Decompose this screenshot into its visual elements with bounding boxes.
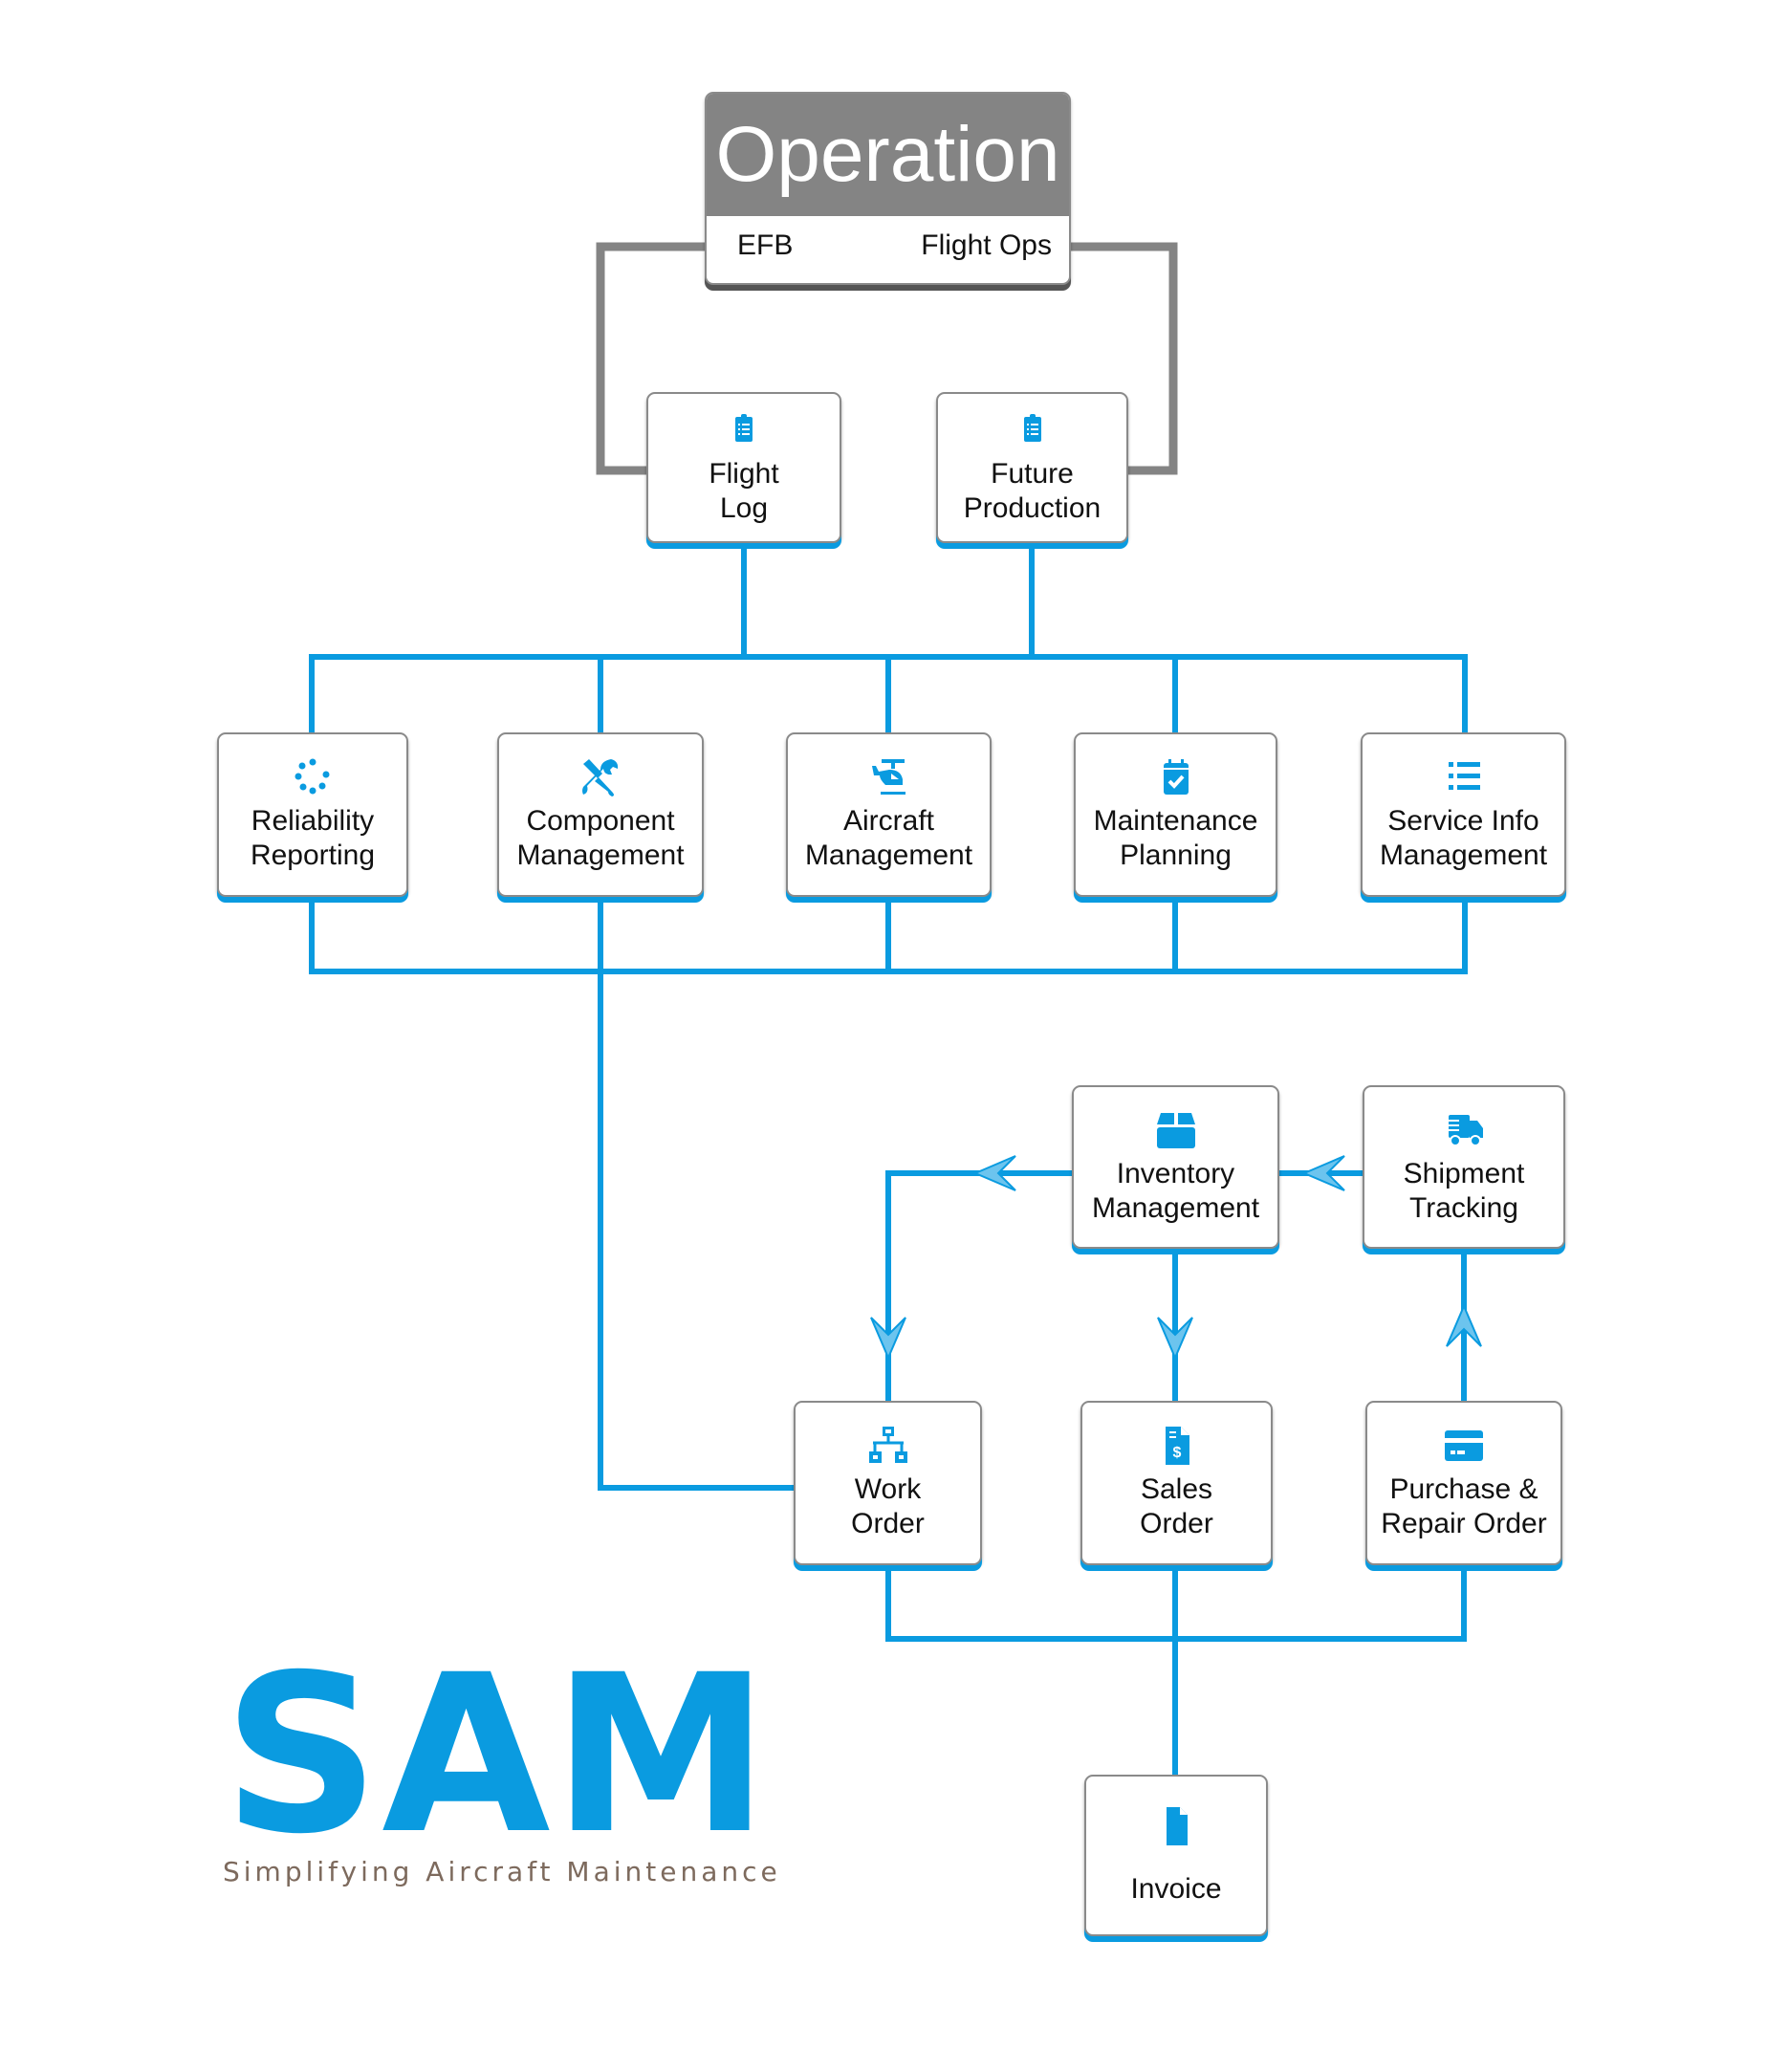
component-to-work-order xyxy=(598,903,794,1491)
node-aircraft-management[interactable]: Aircraft Management xyxy=(786,732,992,897)
node-future-production[interactable]: Future Production xyxy=(936,392,1128,543)
node-label: Invoice xyxy=(1130,1872,1222,1905)
node-label: Flight Log xyxy=(709,458,779,524)
box-icon xyxy=(1156,1112,1195,1148)
node-shipment-tracking[interactable]: Shipment Tracking xyxy=(1363,1085,1565,1249)
sam-logo: SAM Simplifying Aircraft Maintenance xyxy=(223,1627,781,1887)
operation-title: Operation xyxy=(707,94,1069,216)
clipboard-list-icon xyxy=(735,414,753,442)
node-label: Service Info Management xyxy=(1379,805,1548,871)
helicopter-icon xyxy=(871,759,905,795)
list-icon xyxy=(1448,762,1480,790)
file-icon xyxy=(1167,1806,1188,1845)
node-reliability-reporting[interactable]: Reliability Reporting xyxy=(217,732,408,897)
node-inventory-management[interactable]: Inventory Management xyxy=(1072,1085,1279,1249)
node-flight-log[interactable]: Flight Log xyxy=(646,392,841,543)
node-service-info-management[interactable]: Service Info Management xyxy=(1361,732,1566,897)
svg-text:$: $ xyxy=(1172,1445,1181,1461)
credit-card-icon xyxy=(1445,1430,1483,1461)
node-sales-order[interactable]: $ Sales Order xyxy=(1080,1401,1273,1565)
logo-wordmark: SAM xyxy=(223,1627,772,1882)
operation-box: Operation EFB Flight Ops xyxy=(705,92,1071,285)
spinner-dots-icon xyxy=(295,758,330,795)
node-label: Inventory Management xyxy=(1091,1157,1260,1224)
node-label: Maintenance Planning xyxy=(1093,805,1258,871)
node-label: Future Production xyxy=(963,458,1102,524)
node-invoice[interactable]: Invoice xyxy=(1084,1775,1268,1936)
invoice-dollar-icon: $ xyxy=(1165,1427,1189,1465)
shipping-truck-icon xyxy=(1446,1114,1483,1146)
node-work-order[interactable]: Work Order xyxy=(794,1401,982,1565)
calendar-check-icon xyxy=(1163,759,1189,795)
node-label: Work Order xyxy=(851,1473,925,1539)
node-purchase-repair-order[interactable]: Purchase & Repair Order xyxy=(1365,1401,1562,1565)
node-component-management[interactable]: Component Management xyxy=(497,732,704,897)
clipboard-list-icon xyxy=(1023,414,1041,442)
node-label: Reliability Reporting xyxy=(250,805,376,871)
efb-label: EFB xyxy=(737,229,794,261)
node-maintenance-planning[interactable]: Maintenance Planning xyxy=(1074,732,1277,897)
node-label: Aircraft Management xyxy=(804,805,973,871)
node-label: Sales Order xyxy=(1140,1473,1213,1539)
sitemap-icon xyxy=(868,1427,907,1463)
logo-tagline: Simplifying Aircraft Maintenance xyxy=(223,1856,781,1887)
node-label: Shipment Tracking xyxy=(1403,1157,1525,1224)
node-label: Purchase & Repair Order xyxy=(1381,1473,1547,1539)
inventory-to-work-order xyxy=(885,1170,1072,1401)
tools-icon xyxy=(582,759,619,796)
node-label: Component Management xyxy=(516,805,685,871)
flight-ops-label: Flight Ops xyxy=(921,229,1052,261)
